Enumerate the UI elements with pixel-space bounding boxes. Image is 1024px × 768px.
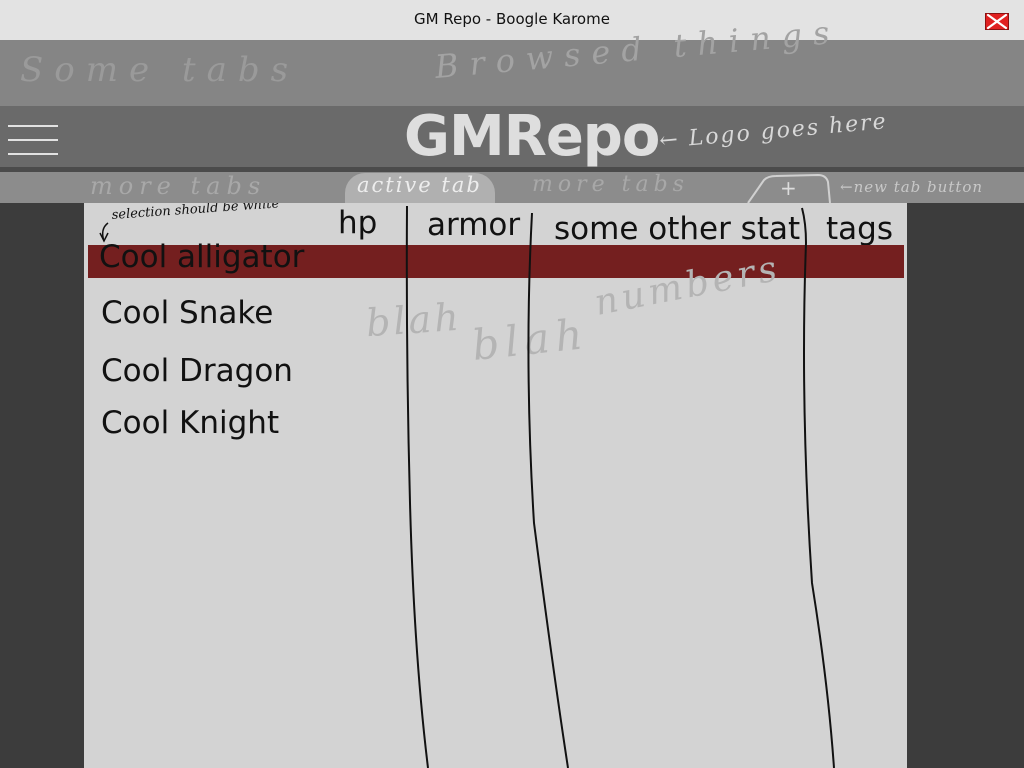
new-tab-note: ←new tab button <box>840 178 984 196</box>
browser-tab-area: Some tabs Browsed things <box>0 13 1024 106</box>
logo-note: ← Logo goes here <box>660 112 889 154</box>
tab-strip: more tabs active tab more tabs + ←new ta… <box>0 172 1024 203</box>
tab-active[interactable]: active tab <box>345 173 495 203</box>
table-row-name[interactable]: Cool Snake <box>101 295 273 331</box>
creature-table: selection should be white hp armor some … <box>84 203 907 768</box>
browser-tabs-note: Some tabs <box>20 50 300 90</box>
app-logo: GMRepo <box>404 104 660 169</box>
column-header-other-stat[interactable]: some other stat <box>554 211 800 247</box>
table-row-name[interactable]: Cool Knight <box>101 405 279 441</box>
column-divider <box>405 205 429 768</box>
hamburger-menu-icon[interactable] <box>8 123 60 157</box>
window-titlebar: GM Repo - Boogle Karome <box>0 0 1024 40</box>
column-divider <box>527 212 569 768</box>
close-x-icon[interactable] <box>985 13 1009 30</box>
table-row-name[interactable]: Cool alligator <box>99 239 304 275</box>
tab-more-tabs-left[interactable]: more tabs <box>90 172 266 200</box>
svg-text:selection should be white: selection should be white <box>111 203 280 223</box>
app-header: GMRepo ← Logo goes here <box>0 104 1024 169</box>
column-divider <box>801 207 835 768</box>
table-row-name[interactable]: Cool Dragon <box>101 353 293 389</box>
placeholder-scribble: blah <box>469 309 591 370</box>
new-tab-button[interactable]: + <box>780 176 797 200</box>
column-header-tags[interactable]: tags <box>826 211 893 247</box>
tab-more-tabs-right[interactable]: more tabs <box>532 172 689 197</box>
placeholder-scribble: blah <box>364 294 464 346</box>
svg-text:← Logo goes here: ← Logo goes here <box>660 112 889 154</box>
column-header-armor[interactable]: armor <box>427 207 520 243</box>
window-title: GM Repo - Boogle Karome <box>414 10 610 28</box>
column-header-hp[interactable]: hp <box>338 205 377 241</box>
